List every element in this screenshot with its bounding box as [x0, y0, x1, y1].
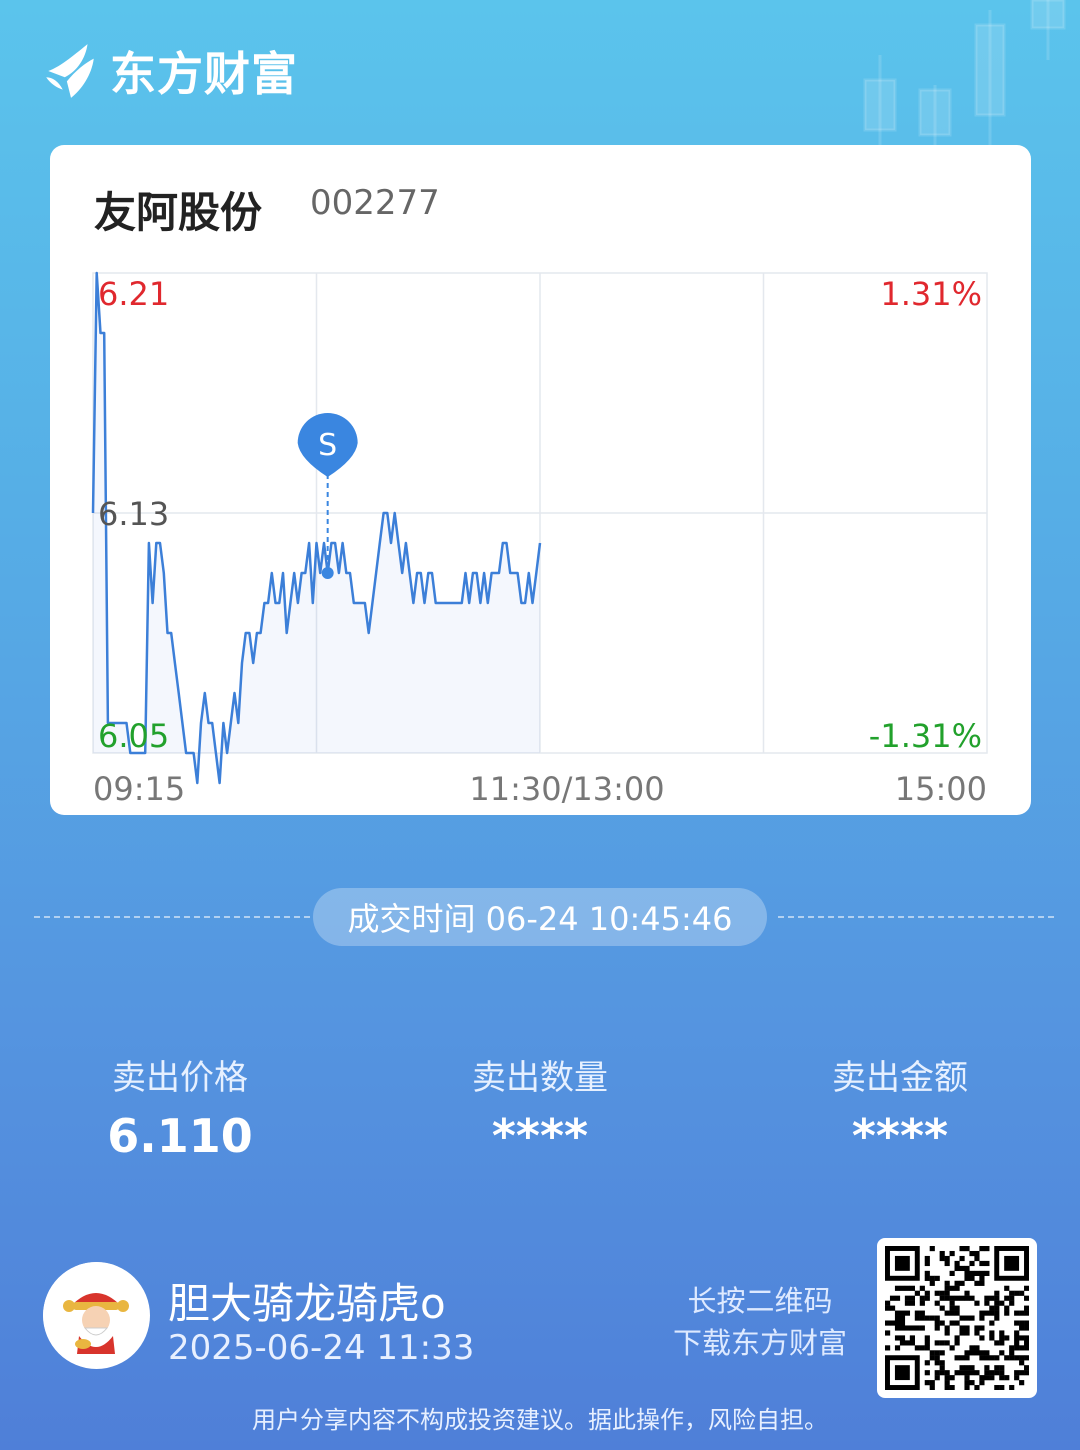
pct-label-low: -1.31% [869, 717, 982, 755]
fortune-god-avatar-icon [43, 1262, 149, 1368]
stat-value: **** [851, 1109, 949, 1163]
qr-hint-line2: 下载东方财富 [672, 1326, 847, 1360]
avatar[interactable] [43, 1262, 150, 1369]
username: 胆大骑龙骑虎o [168, 1279, 446, 1328]
stock-card: 友阿股份 002277 6.21 6.13 6.05 1.31% -1.31% 09:15… [50, 145, 1031, 815]
stat-sell-quantity: 卖出数量 **** [390, 1050, 690, 1163]
qr-code[interactable] [877, 1238, 1037, 1398]
stat-value: **** [491, 1109, 589, 1163]
stat-label: 卖出金额 [832, 1058, 968, 1098]
qr-hint-line1: 长按二维码 [687, 1284, 833, 1318]
x-label-close: 15:00 [895, 770, 987, 808]
disclaimer: 用户分享内容不构成投资建议。据此操作，风险自担。 [252, 1406, 828, 1434]
stat-sell-amount: 卖出金额 **** [750, 1050, 1050, 1163]
qr-code-icon [885, 1246, 1030, 1391]
stat-sell-price: 卖出价格 6.110 [30, 1050, 330, 1163]
x-label-midday: 11:30/13:00 [469, 770, 664, 808]
app-header: 东方财富 [40, 38, 298, 104]
trade-time-row: 成交时间 06-24 10:45:46 [0, 888, 1080, 946]
x-label-open: 09:15 [93, 770, 185, 808]
intraday-chart: 6.21 6.13 6.05 1.31% -1.31% 09:15 11:30/13:00 1… [91, 271, 988, 808]
brand-logo-icon [46, 44, 94, 98]
divider-left [34, 916, 310, 918]
brand-name: 东方财富 [110, 47, 298, 101]
pct-label-high: 1.31% [880, 275, 982, 313]
post-time: 2025-06-24 11:33 [168, 1328, 475, 1368]
marker-point [321, 567, 334, 579]
background-candles-decoration [863, 0, 1066, 150]
y-label-low: 6.05 [98, 717, 169, 755]
stat-label: 卖出价格 [112, 1058, 248, 1098]
divider-right [778, 916, 1054, 918]
stat-label: 卖出数量 [472, 1058, 608, 1098]
trade-time-pill: 成交时间 06-24 10:45:46 [313, 888, 767, 946]
sell-marker-label: S [318, 428, 337, 463]
stat-value: 6.110 [107, 1109, 253, 1163]
qr-hint: 长按二维码 下载东方财富 [660, 1280, 860, 1364]
y-label-mid: 6.13 [98, 495, 169, 533]
y-label-high: 6.21 [98, 275, 169, 313]
